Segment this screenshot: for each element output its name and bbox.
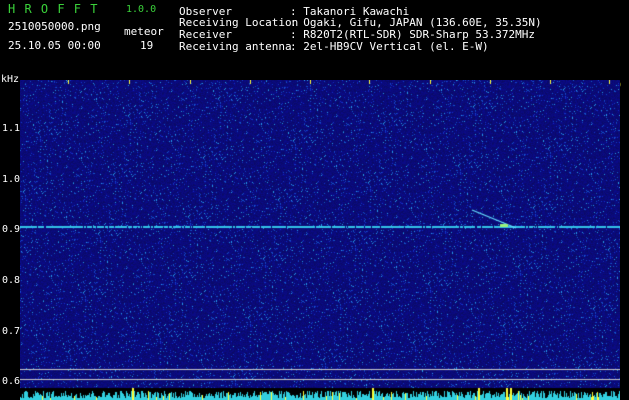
station-key-antenna: Receiving antenna: [179, 40, 292, 53]
spectrogram[interactable]: [20, 80, 620, 400]
y-tick-label: 0.9: [2, 224, 21, 235]
y-tick-label: 0.7: [2, 326, 21, 337]
station-key-location: Receiving Location: [179, 16, 299, 29]
y-tick-label: 1.1: [2, 123, 21, 134]
y-tick-label: 0.6: [2, 376, 21, 387]
station-value-location: : Ogaki, Gifu, JAPAN (136.60E, 35.35N): [290, 16, 542, 29]
station-value-antenna: : 2el-HB9CV Vertical (el. E-W): [290, 40, 489, 53]
file-name: 2510050000.png: [8, 20, 101, 33]
file-datetime: 25.10.05 00:00: [8, 39, 101, 52]
y-tick-label: 1.0: [2, 174, 21, 185]
detection-label: meteor: [124, 25, 164, 38]
spectrogram-canvas[interactable]: [20, 80, 620, 400]
y-tick-label: 0.8: [2, 275, 21, 286]
station-key-receiver: Receiver: [179, 28, 232, 41]
app-title: H R O F F T: [8, 2, 99, 16]
station-value-receiver: : R820T2(RTL-SDR) SDR-Sharp 53.372MHz: [290, 28, 536, 41]
detection-count: 19: [140, 39, 154, 52]
app-version: 1.0.0: [126, 4, 157, 15]
y-axis-unit: kHz: [1, 74, 20, 85]
